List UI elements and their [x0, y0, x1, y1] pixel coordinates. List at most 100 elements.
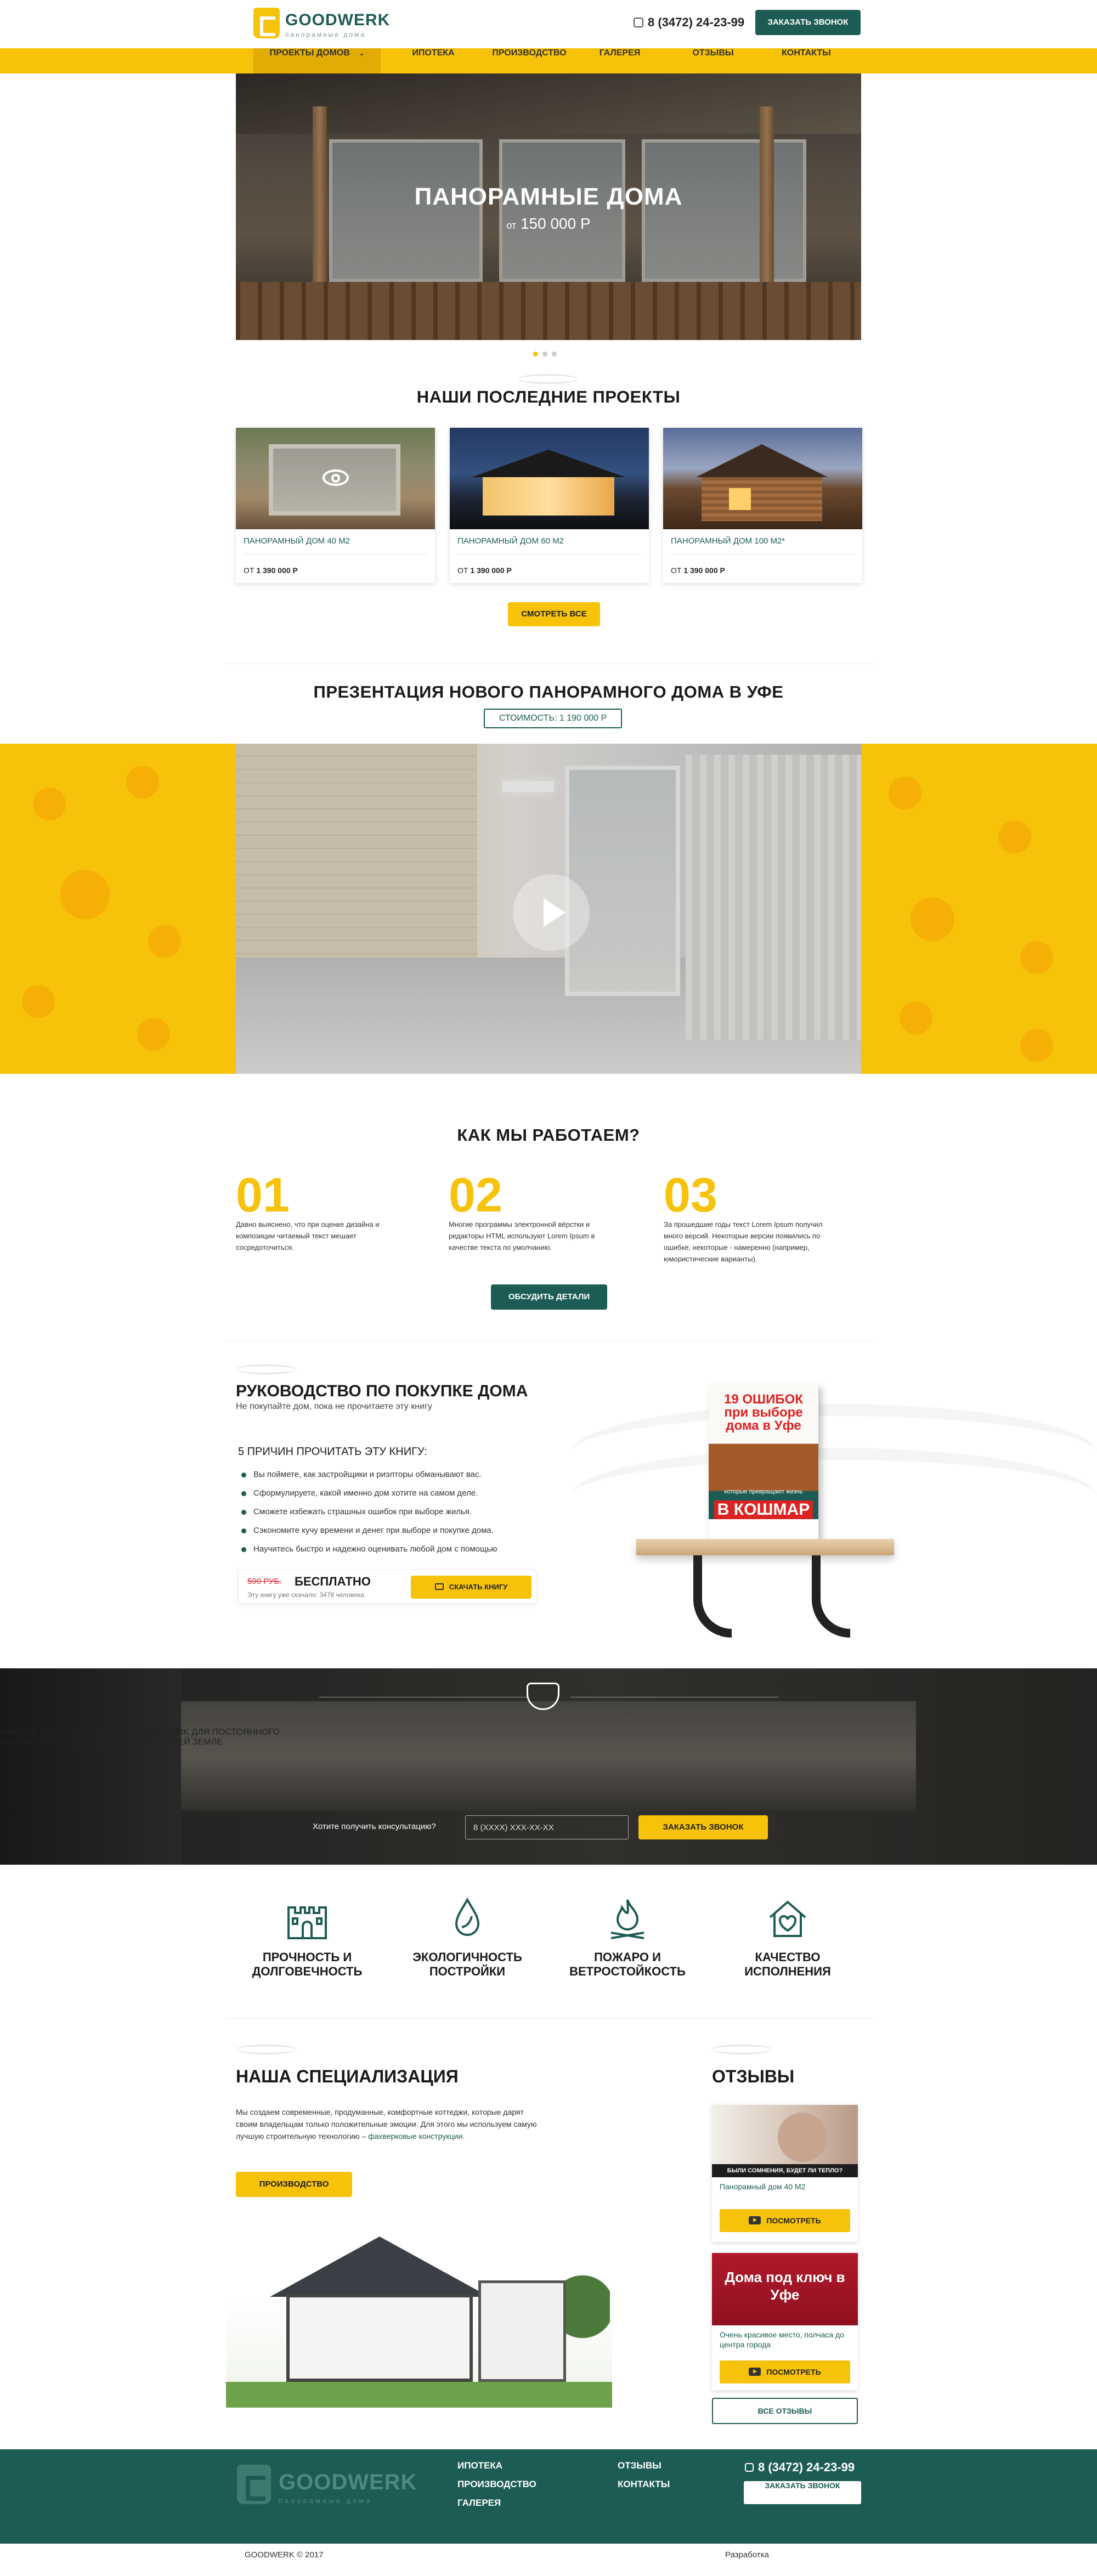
- slider-dot[interactable]: [542, 352, 547, 356]
- footer-logo-text[interactable]: GOODWERK: [279, 2470, 417, 2495]
- cta-title-part2: ДЛЯ ПОСТОЯННОГО: [191, 1728, 280, 1737]
- feature-label: КАЧЕСТВО ИСПОЛНЕНИЯ: [716, 1950, 859, 1979]
- project-name: ПАНОРАМНЫЙ ДОМ 40 М2: [244, 536, 350, 546]
- review-thumb-caption: БЫЛИ СОМНЕНИЯ, БУДЕТ ЛИ ТЕПЛО?: [712, 2164, 858, 2177]
- phone-input[interactable]: [465, 1815, 629, 1839]
- cta-title: МНОГИЕ ЛЮДИ УЖЕ ВЫБРАЛИ GOODWERK ДЛЯ ПОС…: [0, 1728, 1097, 1747]
- house-wing: [478, 2280, 566, 2382]
- feature-label-line1: ПОЖАРО И: [594, 1950, 661, 1964]
- review-card[interactable]: Дома под ключ в Уфе Очень красивое место…: [712, 2253, 858, 2390]
- footer-phone[interactable]: 8 (3472) 24-23-99: [745, 2460, 855, 2475]
- feature-label-line2: ДОЛГОВЕЧНОСТЬ: [252, 1964, 363, 1978]
- footer-phone-number: 8 (3472) 24-23-99: [758, 2460, 855, 2474]
- step-text: Давно выяснено, что при оценке дизайна и…: [236, 1220, 380, 1252]
- footer-link-contacts[interactable]: КОНТАКТЫ: [618, 2479, 670, 2490]
- wave-divider-icon: [712, 2045, 772, 2054]
- pattern-sun-icon: [22, 985, 55, 1018]
- cta-title-part1: МНОГИЕ ЛЮДИ УЖЕ ВЫБРАЛИ: [0, 1728, 134, 1737]
- project-price-prefix: ОТ: [244, 566, 255, 575]
- chevron-down-icon: ⌄: [359, 49, 365, 57]
- step-number: 02: [449, 1168, 502, 1222]
- cta-callback-button[interactable]: ЗАКАЗАТЬ ЗВОНОК: [638, 1815, 768, 1839]
- footer-link-mortgage[interactable]: ИПОТЕКА: [457, 2460, 502, 2471]
- footer-link-production[interactable]: ПРОИЗВОДСТВО: [457, 2479, 536, 2490]
- logo-icon: [253, 8, 280, 38]
- feature-label-line2: ВЕТРОСТОЙКОСТЬ: [569, 1964, 686, 1978]
- nav-reviews[interactable]: ОТЗЫВЫ: [686, 48, 740, 73]
- slider-dot[interactable]: [552, 352, 557, 356]
- header-phone-number: 8 (3472) 24-23-99: [648, 15, 745, 29]
- pattern-tree-icon: [60, 870, 110, 919]
- wave-divider-icon: [236, 2045, 296, 2054]
- nav-mortgage[interactable]: ИПОТЕКА: [400, 48, 466, 73]
- project-card[interactable]: ПАНОРАМНЫЙ ДОМ 60 М2 ОТ 1 390 000 Р: [450, 428, 649, 583]
- pattern-leaf-icon: [33, 788, 66, 820]
- slider-dots: [533, 349, 561, 359]
- nav-contacts[interactable]: КОНТАКТЫ: [776, 48, 836, 73]
- house-grass: [226, 2382, 612, 2408]
- list-item: Вы поймете, как застройщики и риэлторы о…: [241, 1465, 548, 1484]
- project-card[interactable]: ПАНОРАМНЫЙ ДОМ 100 М2* ОТ 1 390 000 Р: [663, 428, 862, 583]
- site-logo[interactable]: GOODWERK панорамные дома: [253, 8, 389, 39]
- specialization-link[interactable]: фахверковые конструкции.: [368, 2132, 465, 2141]
- watch-review-label: ПОСМОТРЕТЬ: [766, 2368, 821, 2376]
- review-card[interactable]: БЫЛИ СОМНЕНИЯ, БУДЕТ ЛИ ТЕПЛО? Панорамны…: [712, 2105, 858, 2242]
- logo-subtitle: панорамные дома: [285, 31, 366, 38]
- project-image: [450, 428, 649, 529]
- header-phone[interactable]: 8 (3472) 24-23-99: [634, 15, 744, 30]
- pattern-square-icon: [900, 1001, 932, 1034]
- download-icon: [434, 1583, 444, 1590]
- slider-dot[interactable]: [533, 352, 538, 356]
- list-item: Сэкономите кучу времени и денег при выбо…: [241, 1521, 548, 1540]
- hero-title: ПАНОРАМНЫЕ ДОМА: [414, 183, 683, 210]
- house-body: [286, 2294, 473, 2382]
- house-image: [226, 2226, 612, 2408]
- watch-review-label: ПОСМОТРЕТЬ: [766, 2216, 821, 2225]
- project-price-value: 1 390 000 Р: [683, 566, 725, 575]
- nav-production[interactable]: ПРОИЗВОДСТВО: [483, 48, 576, 73]
- watch-review-button[interactable]: ПОСМОТРЕТЬ: [720, 2209, 850, 2232]
- feature-label-line2: ПОСТРОЙКИ: [429, 1964, 506, 1978]
- nav-gallery[interactable]: ГАЛЕРЕЯ: [592, 48, 647, 73]
- logo-text: GOODWERK: [285, 11, 391, 29]
- pattern-basket-icon: [148, 925, 181, 958]
- list-item: Сможете избежать страшных ошибок при выб…: [241, 1503, 548, 1521]
- house-roof: [270, 2237, 489, 2297]
- all-reviews-button[interactable]: ВСЕ ОТЗЫВЫ: [712, 2398, 858, 2424]
- feature-label-line1: ЭКОЛОГИЧНОСТЬ: [412, 1950, 522, 1964]
- shelf: [636, 1539, 894, 1555]
- section-divider: [225, 1340, 872, 1341]
- project-price: ОТ 1 390 000 Р: [671, 566, 725, 575]
- footer-link-reviews[interactable]: ОТЗЫВЫ: [618, 2460, 661, 2471]
- project-card[interactable]: ПАНОРАМНЫЙ ДОМ 40 М2 ОТ 1 390 000 Р: [236, 428, 435, 583]
- hero-price: от 150 000 Р: [236, 215, 861, 233]
- step-number: 03: [664, 1168, 717, 1222]
- specialization-title: НАША СПЕЦИАЛИЗАЦИЯ: [236, 2067, 459, 2086]
- production-button[interactable]: ПРОИЗВОДСТВО: [236, 2172, 352, 2197]
- hero-slider[interactable]: ПАНОРАМНЫЕ ДОМА от 150 000 Р: [236, 73, 861, 340]
- download-book-button[interactable]: СКАЧАТЬ КНИГУ: [411, 1576, 531, 1599]
- nav-projects-label: ПРОЕКТЫ ДОМОВ: [269, 48, 350, 58]
- reviews-title: ОТЗЫВЫ: [712, 2067, 795, 2086]
- header-callback-button[interactable]: ЗАКАЗАТЬ ЗВОНОК: [755, 10, 861, 35]
- footer-callback-button[interactable]: ЗАКАЗАТЬ ЗВОНОК: [744, 2481, 861, 2504]
- reasons-title: 5 ПРИЧИН ПРОЧИТАТЬ ЭТУ КНИГУ:: [238, 1446, 427, 1458]
- developer-link[interactable]: Разработка: [725, 2550, 769, 2560]
- play-icon[interactable]: [513, 874, 590, 951]
- projects-title: НАШИ ПОСЛЕДНИЕ ПРОЕКТЫ: [416, 387, 681, 406]
- project-name: ПАНОРАМНЫЙ ДОМ 100 М2*: [671, 536, 785, 546]
- phone-icon: [745, 2463, 754, 2472]
- footer-link-gallery[interactable]: ГАЛЕРЕЯ: [457, 2498, 501, 2509]
- pattern-cube-icon: [889, 777, 921, 809]
- hero-price-prefix: от: [506, 220, 517, 231]
- book-subtitle: которые превращают жизнь: [724, 1488, 803, 1495]
- discuss-details-button[interactable]: ОБСУДИТЬ ДЕТАЛИ: [491, 1284, 607, 1310]
- footer-logo-icon: [237, 2465, 271, 2504]
- nav-projects[interactable]: ПРОЕКТЫ ДОМОВ ⌄: [253, 48, 381, 73]
- cta-brand: GOODWERK: [135, 1728, 189, 1737]
- view-all-button[interactable]: СМОТРЕТЬ ВСЕ: [508, 602, 600, 626]
- youtube-icon: [749, 2216, 761, 2224]
- project-price-value: 1 390 000 Р: [470, 566, 512, 575]
- watch-review-button[interactable]: ПОСМОТРЕТЬ: [720, 2360, 850, 2383]
- footer-logo-subtitle: панорамные дома: [279, 2496, 372, 2505]
